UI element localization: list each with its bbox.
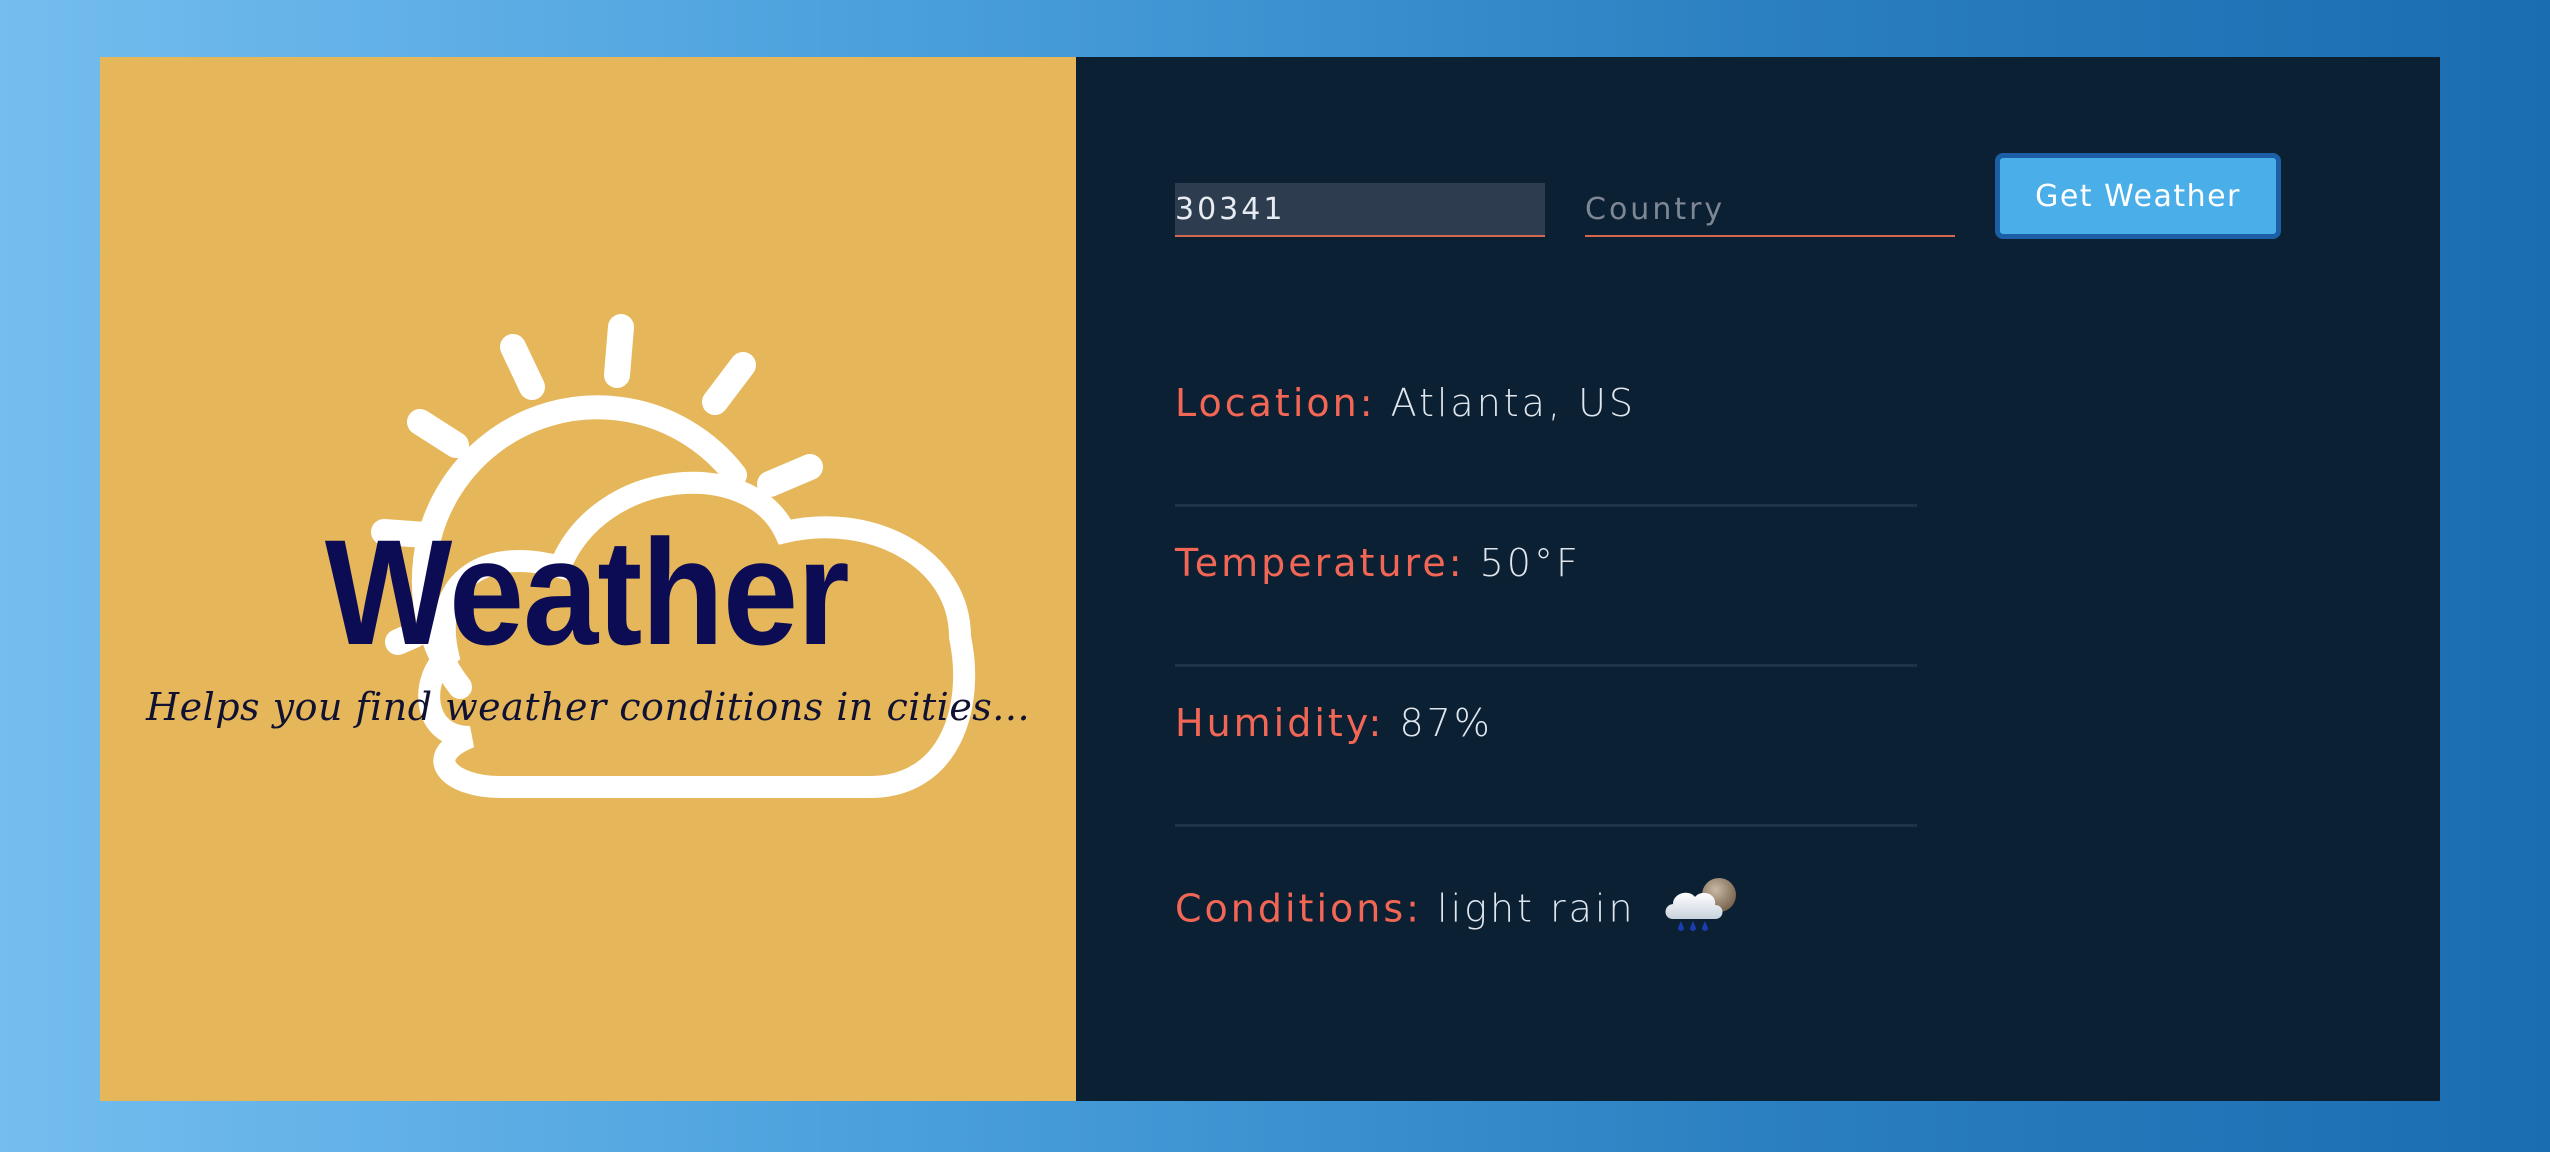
search-form: Get Weather xyxy=(1175,153,2281,239)
conditions-value: light rain xyxy=(1437,886,1636,931)
weather-results: Location: Atlanta, US Temperature: 50°F … xyxy=(1175,347,1917,987)
location-value: Atlanta, US xyxy=(1390,381,1637,425)
app-subtitle: Helps you find weather conditions in cit… xyxy=(145,685,1031,729)
humidity-row: Humidity: 87% xyxy=(1175,667,1917,827)
rain-cloud-sun-icon xyxy=(1665,878,1736,931)
temperature-label: Temperature: xyxy=(1175,541,1465,585)
location-row: Location: Atlanta, US xyxy=(1175,347,1917,507)
conditions-row: Conditions: light rain xyxy=(1175,827,1917,987)
brand-panel: Weather Helps you find weather condition… xyxy=(100,57,1076,1101)
weather-panel: Get Weather Location: Atlanta, US Temper… xyxy=(1076,57,2440,1101)
humidity-value: 87% xyxy=(1399,701,1493,745)
zip-input[interactable] xyxy=(1175,183,1545,237)
get-weather-button[interactable]: Get Weather xyxy=(1995,153,2281,239)
weather-app: Weather Helps you find weather condition… xyxy=(100,57,2440,1101)
location-label: Location: xyxy=(1175,381,1376,425)
app-title: Weather xyxy=(324,508,850,676)
humidity-label: Humidity: xyxy=(1175,701,1385,745)
temperature-row: Temperature: 50°F xyxy=(1175,507,1917,667)
temperature-value: 50°F xyxy=(1479,541,1581,585)
country-input[interactable] xyxy=(1585,183,1955,237)
conditions-label: Conditions: xyxy=(1175,886,1422,931)
